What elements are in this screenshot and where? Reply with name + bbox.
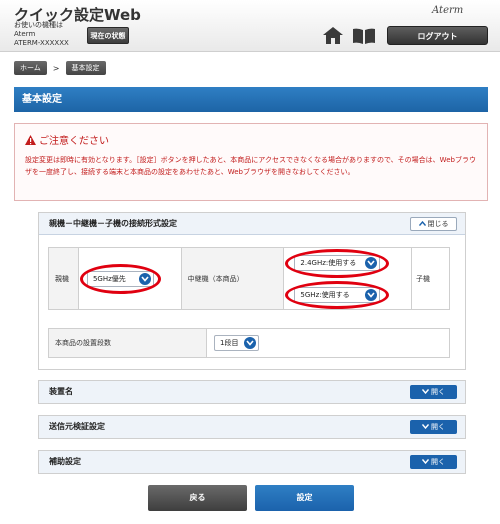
logout-button[interactable]: ログアウト xyxy=(387,26,488,45)
page-title: 基本設定 xyxy=(14,87,488,112)
repeater-label: 中継機（本商品） xyxy=(180,247,285,310)
chevron-up-icon xyxy=(418,218,426,230)
child-label: 子機 xyxy=(411,247,450,310)
close-section-label: 閉じる xyxy=(427,220,449,228)
app-header: クイック設定Web お使いの機種は Aterm ATERM-XXXXXX 現在の… xyxy=(0,0,500,52)
connection-table: 親機 5GHz優先 中継機（本商品） 2.4GHz:使用する 5GHz:使用する xyxy=(48,247,450,310)
parent-band-select-value: 5GHz優先 xyxy=(92,275,126,283)
install-stages-select[interactable]: 1段目 xyxy=(214,335,259,351)
install-stages-select-value: 1段目 xyxy=(220,339,239,347)
model-brand: Aterm xyxy=(14,30,36,38)
auxiliary-title: 補助設定 xyxy=(49,457,81,466)
breadcrumb-separator: > xyxy=(52,63,60,73)
open-auxiliary-button[interactable]: 開く xyxy=(410,455,457,469)
source-verify-title: 送信元検証設定 xyxy=(49,422,105,431)
chevron-down-icon xyxy=(421,420,430,434)
source-verify-section[interactable]: 送信元検証設定 開く xyxy=(38,415,466,439)
warning-icon xyxy=(25,135,36,145)
parent-band-select[interactable]: 5GHz優先 xyxy=(86,271,154,287)
open-label: 開く xyxy=(431,423,445,431)
home-icon[interactable] xyxy=(323,27,343,44)
warning-box: ご注意ください 設定変更は即時に有効となります。［設定］ボタンを押したあと、本商… xyxy=(14,123,488,201)
model-info: お使いの機種は Aterm ATERM-XXXXXX xyxy=(14,21,69,48)
breadcrumb: ホーム > 基本設定 xyxy=(14,61,106,75)
repeater-cell: 2.4GHz:使用する 5GHz:使用する xyxy=(283,247,413,310)
open-device-name-button[interactable]: 開く xyxy=(410,385,457,399)
current-status-button[interactable]: 現在の状態 xyxy=(87,27,129,44)
open-label: 開く xyxy=(431,388,445,396)
repeater-24ghz-select[interactable]: 2.4GHz:使用する xyxy=(294,255,381,271)
chevron-down-icon xyxy=(365,289,378,301)
chevron-down-icon xyxy=(421,385,430,399)
repeater-5ghz-select[interactable]: 5GHz:使用する xyxy=(294,287,381,303)
close-section-button[interactable]: 閉じる xyxy=(410,217,457,231)
warning-heading-text: ご注意ください xyxy=(39,136,109,147)
book-icon[interactable] xyxy=(352,28,376,44)
connection-section-title: 親機－中継機－子機の接続形式設定 xyxy=(49,219,177,228)
chevron-down-icon xyxy=(244,337,256,349)
model-caption: お使いの機種は xyxy=(14,21,63,29)
install-stages-label: 本商品の設置段数 xyxy=(49,329,207,357)
connection-section-header: 親機－中継機－子機の接続形式設定 閉じる xyxy=(39,213,465,235)
warning-heading: ご注意ください xyxy=(25,132,109,147)
device-name-title: 装置名 xyxy=(49,387,73,396)
open-label: 開く xyxy=(431,458,445,466)
parent-label: 親機 xyxy=(48,247,79,310)
breadcrumb-home[interactable]: ホーム xyxy=(14,61,47,75)
back-button[interactable]: 戻る xyxy=(148,485,247,511)
repeater-24ghz-select-value: 2.4GHz:使用する xyxy=(300,259,357,267)
breadcrumb-current: 基本設定 xyxy=(65,61,106,75)
chevron-down-icon xyxy=(421,455,430,469)
aterm-logo: Aterm xyxy=(432,5,464,16)
model-name: ATERM-XXXXXX xyxy=(14,39,69,47)
parent-cell: 5GHz優先 xyxy=(77,247,182,310)
install-stages-row: 本商品の設置段数 1段目 xyxy=(48,328,450,358)
warning-text: 設定変更は即時に有効となります。［設定］ボタンを押したあと、本商品にアクセスでき… xyxy=(25,156,476,176)
auxiliary-section[interactable]: 補助設定 開く xyxy=(38,450,466,474)
repeater-5ghz-select-value: 5GHz:使用する xyxy=(300,291,350,299)
open-source-verify-button[interactable]: 開く xyxy=(410,420,457,434)
chevron-down-icon xyxy=(365,257,378,269)
chevron-down-icon xyxy=(138,273,151,285)
device-name-section[interactable]: 装置名 開く xyxy=(38,380,466,404)
apply-button[interactable]: 設定 xyxy=(255,485,354,511)
